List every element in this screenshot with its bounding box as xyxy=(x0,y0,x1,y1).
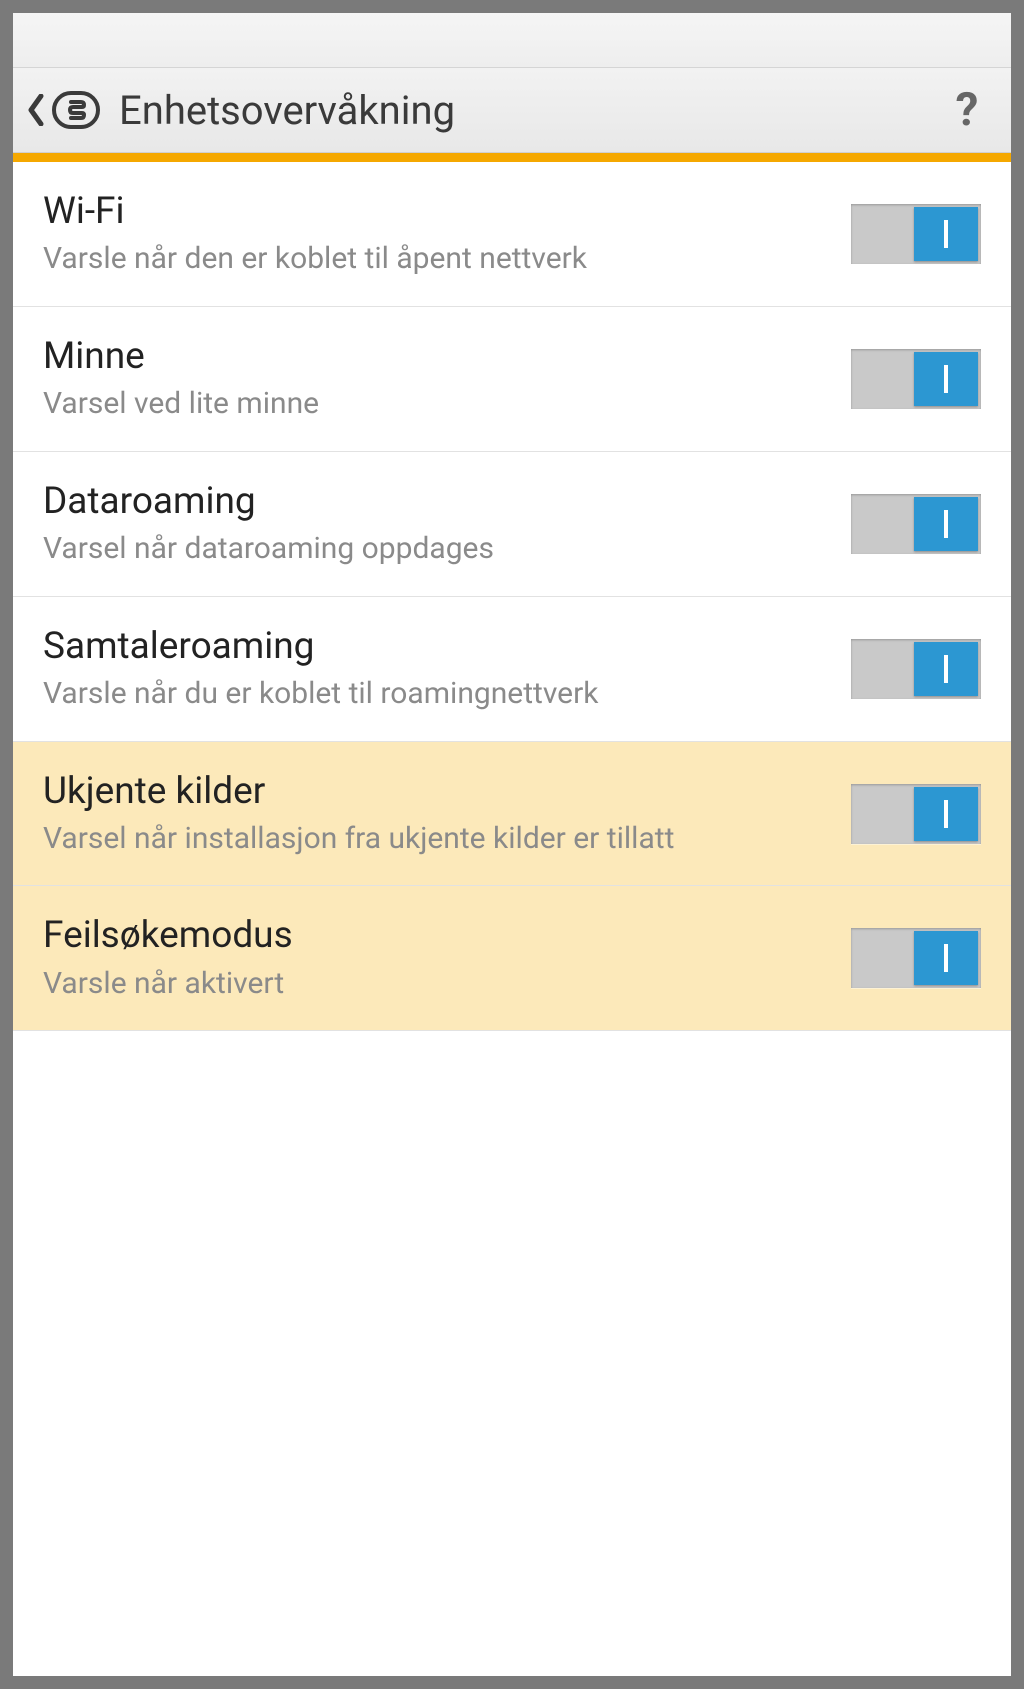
setting-title: Wi-Fi xyxy=(43,190,831,234)
setting-title: Samtaleroaming xyxy=(43,625,831,669)
setting-row-callroaming[interactable]: Samtaleroaming Varsle når du er koblet t… xyxy=(13,597,1011,742)
chevron-left-icon xyxy=(27,94,45,126)
page-title: Enhetsovervåkning xyxy=(119,87,945,134)
settings-list: Wi-Fi Varsle når den er koblet til åpent… xyxy=(13,162,1011,1676)
setting-desc: Varsle når aktivert xyxy=(43,965,831,1003)
setting-desc: Varsel ved lite minne xyxy=(43,385,831,423)
setting-title: Feilsøkemodus xyxy=(43,914,831,958)
toggle-debug-mode[interactable] xyxy=(851,928,981,988)
setting-title: Minne xyxy=(43,335,831,379)
toggle-wifi[interactable] xyxy=(851,204,981,264)
toggle-callroaming[interactable] xyxy=(851,639,981,699)
setting-text: Dataroaming Varsel når dataroaming oppda… xyxy=(43,480,851,568)
setting-text: Wi-Fi Varsle når den er koblet til åpent… xyxy=(43,190,851,278)
setting-desc: Varsle når den er koblet til åpent nettv… xyxy=(43,240,831,278)
screen: Enhetsovervåkning ? Wi-Fi Varsle når den… xyxy=(13,13,1011,1676)
setting-desc: Varsel når installasjon fra ukjente kild… xyxy=(43,820,831,858)
toggle-dataroaming[interactable] xyxy=(851,494,981,554)
question-mark-icon: ? xyxy=(956,83,979,137)
toggle-thumb xyxy=(914,931,978,985)
setting-text: Ukjente kilder Varsel når installasjon f… xyxy=(43,770,851,858)
accent-bar xyxy=(13,153,1011,162)
toggle-unknown-sources[interactable] xyxy=(851,784,981,844)
toggle-thumb xyxy=(914,787,978,841)
setting-text: Minne Varsel ved lite minne xyxy=(43,335,851,423)
setting-desc: Varsel når dataroaming oppdages xyxy=(43,530,831,568)
setting-desc: Varsle når du er koblet til roamingnettv… xyxy=(43,675,831,713)
setting-text: Feilsøkemodus Varsle når aktivert xyxy=(43,914,851,1002)
back-button[interactable] xyxy=(25,90,47,130)
eset-logo-icon xyxy=(51,85,101,135)
header: Enhetsovervåkning ? xyxy=(13,68,1011,153)
toggle-thumb xyxy=(914,352,978,406)
setting-row-memory[interactable]: Minne Varsel ved lite minne xyxy=(13,307,1011,452)
toggle-memory[interactable] xyxy=(851,349,981,409)
setting-title: Dataroaming xyxy=(43,480,831,524)
help-button[interactable]: ? xyxy=(945,88,989,132)
device-frame: Enhetsovervåkning ? Wi-Fi Varsle når den… xyxy=(0,0,1024,1689)
setting-row-debug-mode[interactable]: Feilsøkemodus Varsle når aktivert xyxy=(13,886,1011,1031)
toggle-thumb xyxy=(914,207,978,261)
setting-row-wifi[interactable]: Wi-Fi Varsle når den er koblet til åpent… xyxy=(13,162,1011,307)
setting-row-unknown-sources[interactable]: Ukjente kilder Varsel når installasjon f… xyxy=(13,742,1011,887)
setting-row-dataroaming[interactable]: Dataroaming Varsel når dataroaming oppda… xyxy=(13,452,1011,597)
toggle-thumb xyxy=(914,642,978,696)
setting-title: Ukjente kilder xyxy=(43,770,831,814)
status-bar xyxy=(13,13,1011,68)
setting-text: Samtaleroaming Varsle når du er koblet t… xyxy=(43,625,851,713)
toggle-thumb xyxy=(914,497,978,551)
